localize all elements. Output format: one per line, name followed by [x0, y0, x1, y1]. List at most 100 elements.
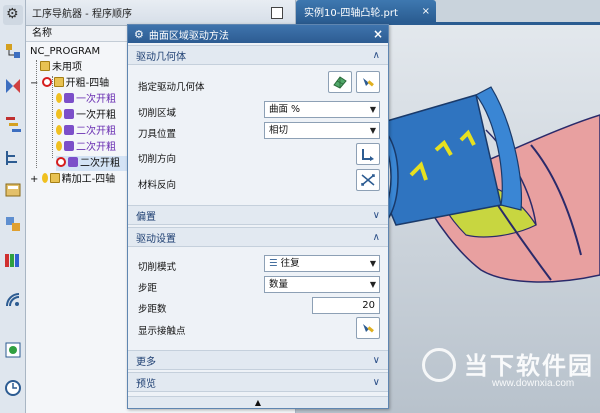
cut-area-select[interactable]: 曲面 % ▼: [264, 101, 380, 118]
zigzag-icon: ☰: [269, 258, 278, 269]
cut-mode-label: 切削模式: [138, 262, 177, 273]
material-reverse-button[interactable]: [356, 169, 380, 191]
tree-label: 未用项: [52, 62, 82, 73]
section-drive-settings[interactable]: 驱动设置 ∧: [128, 227, 388, 247]
tool-position-value: 相切: [269, 125, 289, 136]
tree-row-unused[interactable]: 未用项: [40, 60, 82, 75]
tree-row-root[interactable]: NC_PROGRAM: [30, 44, 100, 59]
collapse-icon[interactable]: −: [30, 78, 38, 89]
watermark: 当下软件园 www.downxia.com: [410, 338, 600, 408]
document-tab[interactable]: 实例10-四轴凸轮.prt ×: [296, 0, 436, 22]
chevron-down-icon: ▼: [369, 280, 376, 289]
gear-icon: ⚙: [134, 27, 144, 41]
key-icon: [56, 141, 62, 151]
specify-drive-geometry-label: 指定驱动几何体: [138, 82, 205, 93]
operation-navigator-icon[interactable]: [3, 42, 23, 62]
folder-icon: [40, 61, 50, 71]
direction-arrow-icon: [362, 149, 374, 161]
web-browser-icon[interactable]: [3, 340, 23, 360]
show-contact-points-button[interactable]: [356, 317, 380, 339]
watermark-name: 当下软件园: [464, 352, 594, 380]
cut-direction-label: 切削方向: [138, 154, 177, 165]
signal-icon[interactable]: [3, 290, 23, 310]
step-count-label: 步距数: [138, 304, 167, 315]
section-preview[interactable]: 预览 ∨: [128, 372, 388, 392]
show-contact-points-label: 显示接触点: [138, 326, 186, 337]
program-order-icon[interactable]: [3, 114, 23, 134]
section-offset[interactable]: 偏置 ∨: [128, 205, 388, 225]
chevron-up-icon: ∧: [372, 49, 380, 61]
section-more[interactable]: 更多 ∨: [128, 350, 388, 370]
history-clock-icon[interactable]: [3, 378, 23, 398]
chevron-down-icon: ▼: [369, 126, 376, 135]
navigator-titlebar: 工序导航器 - 程序顺序: [26, 0, 295, 26]
cut-mode-value: 往复: [280, 258, 300, 269]
tree-label: 二次开粗: [76, 142, 116, 153]
tree-row-finishing[interactable]: + 精加工-四轴: [30, 172, 115, 187]
collapse-grip[interactable]: ▲: [128, 396, 388, 408]
part-navigator-icon[interactable]: [3, 180, 23, 200]
stepover-label: 步距: [138, 283, 158, 294]
section-drive-geometry[interactable]: 驱动几何体 ∧: [128, 45, 388, 65]
tree-row-roughing[interactable]: − 开粗-四轴: [30, 76, 109, 91]
section-label: 预览: [136, 378, 156, 390]
resource-bar: [0, 0, 26, 413]
navigator-title: 工序导航器 - 程序顺序: [32, 9, 132, 20]
reverse-arrows-icon: [361, 174, 375, 186]
tree-row-op[interactable]: 一次开粗: [56, 92, 116, 107]
material-reverse-label: 材料反向: [138, 180, 177, 191]
tool-position-select[interactable]: 相切 ▼: [264, 122, 380, 139]
stepover-value: 数量: [269, 279, 289, 290]
chevron-up-icon: ∧: [372, 231, 380, 243]
folder-icon: [49, 173, 60, 183]
cut-mode-select[interactable]: ☰ 往复 ▼: [264, 255, 380, 272]
key-icon: [56, 125, 62, 135]
machine-tool-icon[interactable]: [3, 76, 23, 96]
status-invalid-icon: [41, 77, 52, 87]
tree-row-op-selected[interactable]: 二次开粗: [56, 156, 128, 171]
operation-icon: [68, 157, 78, 167]
folder-icon: [53, 77, 64, 87]
operation-icon: [64, 141, 74, 151]
close-button[interactable]: ×: [373, 27, 383, 41]
dialog-titlebar[interactable]: ⚙ 曲面区域驱动方法 ×: [128, 25, 388, 43]
chevron-down-icon: ▼: [369, 259, 376, 268]
document-tab-label: 实例10-四轴凸轮.prt: [304, 7, 398, 19]
tree-row-op[interactable]: 一次开粗: [56, 108, 116, 123]
tree-row-op[interactable]: 二次开粗: [56, 140, 116, 155]
tree-label: 二次开粗: [80, 158, 120, 169]
stepover-select[interactable]: 数量 ▼: [264, 276, 380, 293]
select-geometry-button[interactable]: [328, 71, 352, 93]
operation-icon: [64, 125, 74, 135]
surface-area-drive-dialog: ⚙ 曲面区域驱动方法 × 驱动几何体 ∧ 指定驱动几何体 切削区域 曲面 % ▼…: [127, 24, 389, 409]
geometry-view-icon[interactable]: [3, 148, 23, 168]
section-label: 驱动几何体: [136, 51, 186, 63]
tree-label: NC_PROGRAM: [30, 46, 101, 57]
status-invalid-icon: [56, 157, 66, 167]
cut-direction-button[interactable]: [356, 143, 380, 165]
tree-row-op[interactable]: 二次开粗: [56, 124, 116, 139]
chevron-down-icon: ∨: [372, 354, 380, 366]
tree-label: 开粗-四轴: [65, 78, 110, 89]
watermark-logo-icon: [422, 348, 456, 382]
tree-label: 一次开粗: [76, 94, 116, 105]
cut-area-label: 切削区域: [138, 108, 177, 119]
dialog-title: 曲面区域驱动方法: [148, 30, 229, 42]
operation-icon: [64, 109, 74, 119]
chevron-down-icon: ∨: [372, 209, 380, 221]
assembly-navigator-icon[interactable]: [3, 214, 23, 234]
palette-icon[interactable]: [3, 250, 23, 270]
close-tab-icon[interactable]: ×: [422, 6, 430, 17]
gear-icon[interactable]: [3, 5, 23, 25]
step-count-input[interactable]: 20: [312, 297, 380, 314]
display-geometry-button[interactable]: [356, 71, 380, 93]
tool-position-label: 刀具位置: [138, 129, 177, 140]
flashlight-icon: [363, 324, 374, 333]
cut-area-value: 曲面 %: [269, 104, 301, 115]
flashlight-icon: [363, 78, 374, 87]
pin-icon[interactable]: [271, 7, 283, 19]
operation-icon: [64, 93, 74, 103]
expand-icon[interactable]: +: [30, 174, 38, 185]
triangle-up-icon: ▲: [254, 398, 262, 407]
tree-label: 一次开粗: [76, 110, 116, 121]
